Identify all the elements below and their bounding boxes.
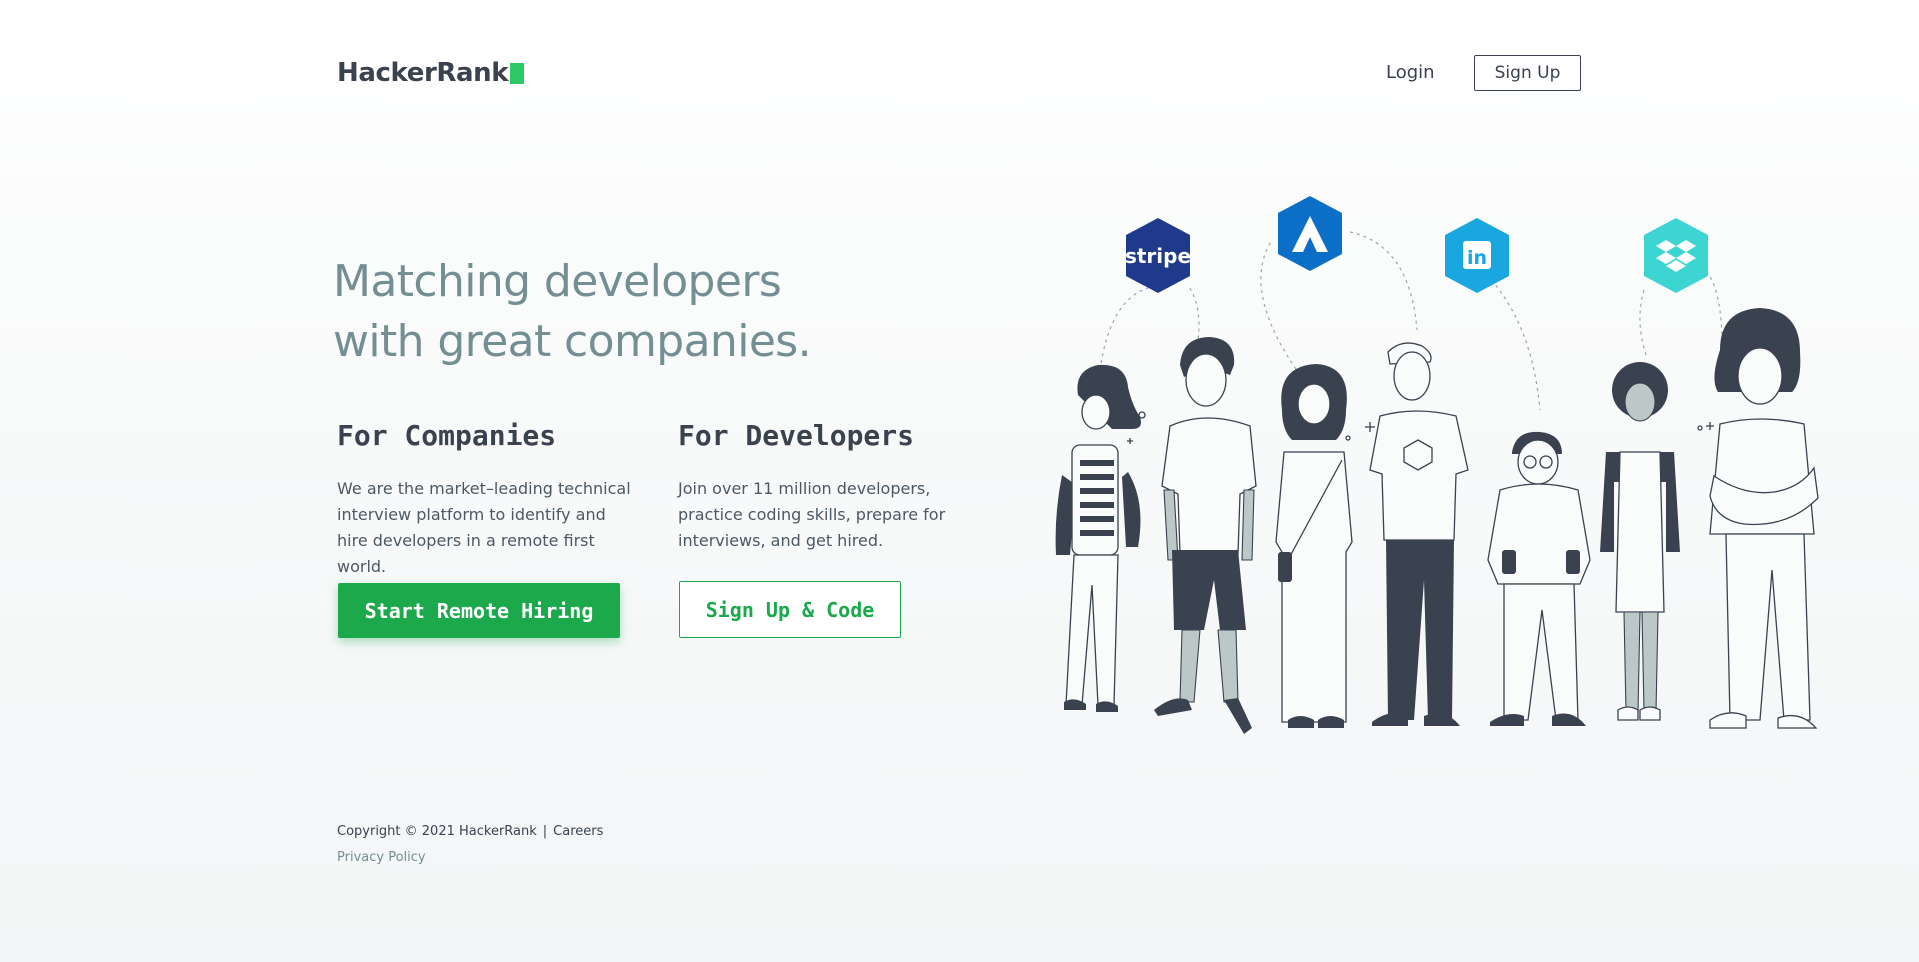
developers-illustration: .ol { fill: none; stroke: #39424e; strok… (1055, 196, 1819, 734)
person-man-shorts (1154, 337, 1257, 734)
stripe-logo-icon: stripe (1125, 218, 1191, 293)
person-man-glasses (1487, 431, 1591, 726)
companies-description: We are the market–leading technical inte… (337, 479, 631, 576)
login-link[interactable]: Login (1386, 62, 1435, 86)
person-woman-crossed-arms (1709, 308, 1819, 729)
svg-text:stripe: stripe (1125, 244, 1191, 268)
logo-mark-icon (510, 62, 525, 84)
linkedin-logo-icon: in (1445, 218, 1509, 293)
hero-title: Matching developers with great companies… (333, 252, 812, 372)
companies-heading: For Companies (337, 419, 557, 452)
careers-link[interactable]: Careers (553, 824, 603, 839)
dropbox-logo-icon (1644, 218, 1708, 293)
hero-title-line-1: Matching developers (333, 256, 782, 307)
person-girl-striped-shirt (1055, 364, 1141, 712)
person-woman-curly-hair (1600, 362, 1680, 721)
developers-section: For Developers Join over 11 million deve… (678, 419, 978, 554)
footer-separator: | (542, 824, 548, 839)
privacy-policy-link[interactable]: Privacy Policy (337, 850, 426, 865)
svg-text:in: in (1467, 247, 1487, 269)
hackerrank-logo[interactable]: HackerRank (337, 58, 525, 88)
signup-button[interactable]: Sign Up (1474, 55, 1581, 91)
developers-heading: For Developers (678, 419, 915, 452)
hero-title-line-2: with great companies. (333, 316, 812, 367)
footer-copyright-row: Copyright © 2021 HackerRank | Careers (337, 824, 603, 839)
person-man-cap (1369, 342, 1469, 726)
person-woman-hijab (1275, 364, 1353, 728)
signup-and-code-button[interactable]: Sign Up & Code (679, 581, 901, 638)
logo-text: HackerRank (337, 58, 509, 88)
companies-section: For Companies We are the market–leading … (337, 419, 637, 580)
developers-description: Join over 11 million developers, practic… (678, 479, 946, 550)
atlassian-logo-icon (1278, 196, 1342, 271)
copyright-text: Copyright © 2021 HackerRank (337, 824, 537, 839)
start-remote-hiring-button[interactable]: Start Remote Hiring (338, 583, 620, 638)
